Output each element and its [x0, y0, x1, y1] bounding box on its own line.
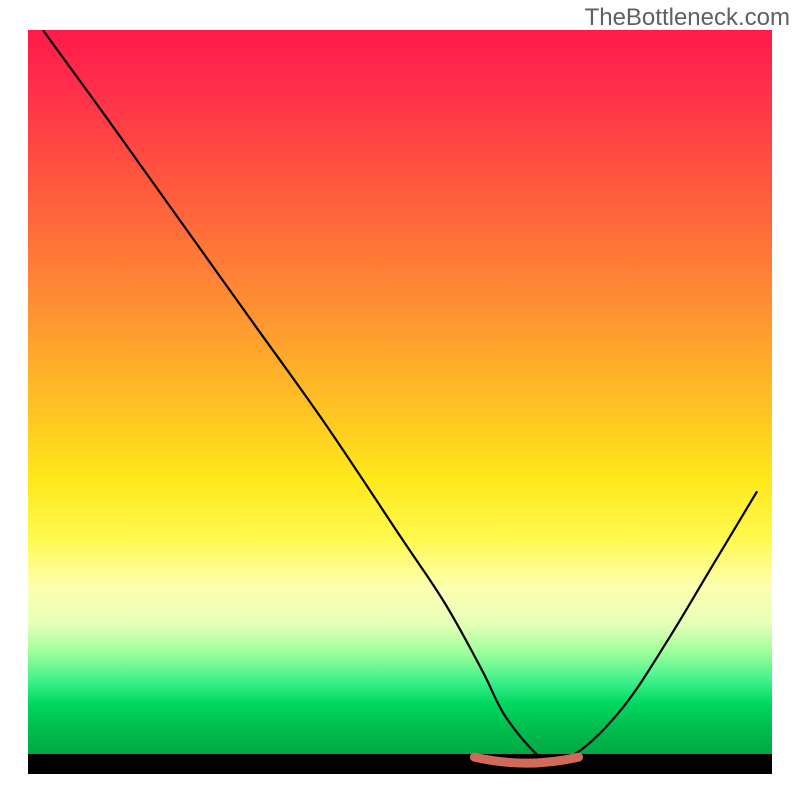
plot-frame — [28, 30, 772, 774]
valley-marker — [474, 757, 578, 763]
watermark-text: TheBottleneck.com — [585, 4, 790, 32]
series-curve — [43, 30, 757, 759]
chart-container: TheBottleneck.com — [0, 0, 800, 800]
chart-overlay — [28, 30, 772, 774]
